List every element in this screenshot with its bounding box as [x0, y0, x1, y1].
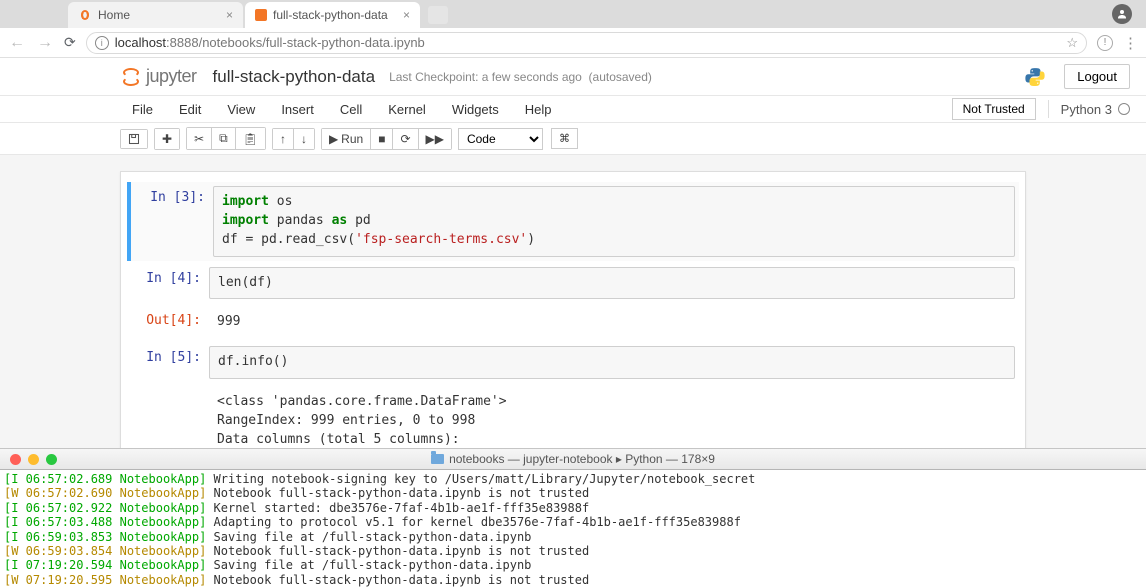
- jupyter-icon: [120, 66, 142, 88]
- minimize-window-icon[interactable]: [28, 454, 39, 465]
- terminal-titlebar: notebooks — jupyter-notebook ▸ Python — …: [0, 448, 1146, 470]
- move-down-icon[interactable]: ↓: [294, 129, 314, 149]
- menu-cell[interactable]: Cell: [328, 98, 374, 121]
- jupyter-icon: [78, 8, 92, 22]
- terminal-line: [W 07:19:20.595 NotebookApp] Notebook fu…: [4, 573, 1142, 587]
- menu-view[interactable]: View: [215, 98, 267, 121]
- notebook-icon: [255, 9, 267, 21]
- browser-tab-home[interactable]: Home ×: [68, 2, 243, 28]
- add-cell-icon[interactable]: ✚: [155, 129, 179, 149]
- toolbar: ✚ ✂ ⧉ 📋︎ ↑ ↓ ▶Run ■ ⟳ ▶▶ Code ⌘: [0, 123, 1146, 155]
- terminal-line: [I 06:57:02.922 NotebookApp] Kernel star…: [4, 501, 1142, 515]
- new-tab-button[interactable]: [428, 6, 448, 24]
- paste-icon[interactable]: 📋︎: [236, 128, 265, 149]
- interrupt-icon[interactable]: ■: [371, 129, 393, 149]
- bookmark-star-icon[interactable]: ☆: [1066, 35, 1078, 51]
- terminal-body[interactable]: [I 06:57:02.689 NotebookApp] Writing not…: [0, 470, 1146, 588]
- kernel-indicator[interactable]: Python 3: [1061, 102, 1130, 117]
- address-bar[interactable]: i localhost:8888/notebooks/full-stack-py…: [86, 32, 1087, 54]
- back-icon[interactable]: ←: [8, 34, 26, 52]
- user-avatar-icon[interactable]: [1112, 4, 1132, 24]
- terminal-line: [I 07:19:20.594 NotebookApp] Saving file…: [4, 558, 1142, 572]
- command-palette-icon[interactable]: ⌘: [551, 128, 578, 149]
- code-cell[interactable]: In [4]: len(df): [127, 263, 1019, 304]
- info-icon[interactable]: !: [1097, 35, 1113, 51]
- menubar: File Edit View Insert Cell Kernel Widget…: [0, 95, 1146, 123]
- site-info-icon[interactable]: i: [95, 36, 109, 50]
- url-host: localhost: [115, 35, 166, 50]
- browser-tab-strip: Home × full-stack-python-data ×: [0, 0, 1146, 28]
- move-up-icon[interactable]: ↑: [273, 129, 294, 149]
- notebook-body: In [3]: import os import pandas as pd df…: [0, 155, 1146, 491]
- code-cell[interactable]: In [3]: import os import pandas as pd df…: [127, 182, 1019, 261]
- input-prompt: In [5]:: [131, 346, 209, 379]
- terminal-line: [I 06:57:02.689 NotebookApp] Writing not…: [4, 472, 1142, 486]
- trust-button[interactable]: Not Trusted: [952, 98, 1036, 120]
- cell-type-select[interactable]: Code: [458, 128, 543, 150]
- terminal-title: notebooks — jupyter-notebook ▸ Python — …: [449, 452, 715, 466]
- cell-output: 999: [209, 309, 1015, 336]
- code-cell[interactable]: In [5]: df.info(): [127, 342, 1019, 383]
- url-path: /notebooks/full-stack-python-data.ipynb: [199, 35, 425, 50]
- tab-title: Home: [98, 8, 130, 22]
- close-icon[interactable]: ×: [403, 8, 410, 22]
- copy-icon[interactable]: ⧉: [212, 128, 236, 149]
- terminal-line: [W 06:57:02.690 NotebookApp] Notebook fu…: [4, 486, 1142, 500]
- menu-widgets[interactable]: Widgets: [440, 98, 511, 121]
- checkpoint-status: Last Checkpoint: a few seconds ago (auto…: [389, 70, 652, 84]
- menu-insert[interactable]: Insert: [269, 98, 326, 121]
- run-button[interactable]: ▶Run: [322, 129, 371, 149]
- restart-icon[interactable]: ⟳: [393, 129, 418, 149]
- browser-tab-notebook[interactable]: full-stack-python-data ×: [245, 2, 420, 28]
- output-prompt: Out[4]:: [131, 309, 209, 336]
- folder-icon: [431, 454, 444, 464]
- tab-title: full-stack-python-data: [273, 8, 388, 22]
- window-controls: [0, 454, 57, 465]
- menu-edit[interactable]: Edit: [167, 98, 213, 121]
- jupyter-header: jupyter full-stack-python-data Last Chec…: [0, 58, 1146, 95]
- menu-file[interactable]: File: [120, 98, 165, 121]
- close-icon[interactable]: ×: [226, 8, 233, 22]
- jupyter-wordmark: jupyter: [146, 66, 197, 87]
- input-prompt: In [3]:: [135, 186, 213, 257]
- save-icon[interactable]: [121, 130, 147, 148]
- menu-kernel[interactable]: Kernel: [376, 98, 438, 121]
- zoom-window-icon[interactable]: [46, 454, 57, 465]
- menu-icon[interactable]: ⋮: [1123, 34, 1138, 52]
- logout-button[interactable]: Logout: [1064, 64, 1130, 89]
- jupyter-logo[interactable]: jupyter: [120, 66, 197, 88]
- terminal-line: [I 06:59:03.853 NotebookApp] Saving file…: [4, 530, 1142, 544]
- cell-input[interactable]: df.info(): [209, 346, 1015, 379]
- menu-help[interactable]: Help: [513, 98, 564, 121]
- cut-icon[interactable]: ✂: [187, 128, 212, 149]
- terminal-line: [I 06:57:03.488 NotebookApp] Adapting to…: [4, 515, 1142, 529]
- kernel-name-label: Python 3: [1061, 102, 1112, 117]
- python-logo-icon: [1024, 66, 1046, 88]
- terminal-line: [W 06:59:03.854 NotebookApp] Notebook fu…: [4, 544, 1142, 558]
- restart-run-icon[interactable]: ▶▶: [419, 129, 451, 149]
- browser-toolbar: ← → ⟳ i localhost:8888/notebooks/full-st…: [0, 28, 1146, 58]
- cell-input[interactable]: import os import pandas as pd df = pd.re…: [213, 186, 1015, 257]
- notebook-name[interactable]: full-stack-python-data: [213, 67, 376, 87]
- divider: [1048, 100, 1049, 118]
- input-prompt: In [4]:: [131, 267, 209, 300]
- reload-icon[interactable]: ⟳: [64, 34, 76, 51]
- cell-input[interactable]: len(df): [209, 267, 1015, 300]
- output-row: Out[4]: 999: [127, 305, 1019, 340]
- kernel-status-icon: [1118, 103, 1130, 115]
- url-port: :8888: [166, 35, 199, 50]
- forward-icon[interactable]: →: [36, 34, 54, 52]
- close-window-icon[interactable]: [10, 454, 21, 465]
